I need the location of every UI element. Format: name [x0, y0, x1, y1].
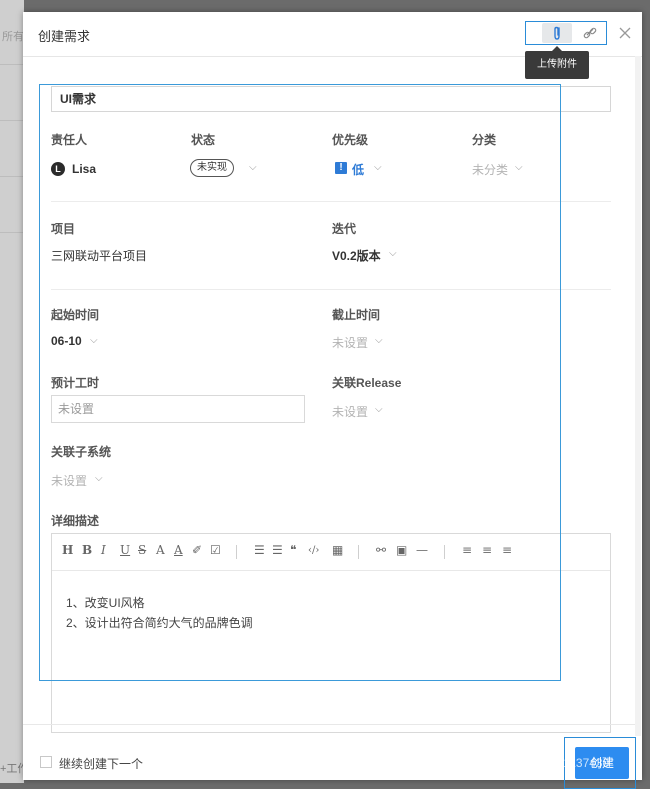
end-time-value[interactable]: 未设置 — [332, 334, 368, 351]
eraser-icon[interactable]: ✐ — [192, 543, 202, 557]
italic-icon[interactable]: I — [101, 543, 106, 557]
priority-exclamation-icon: ! — [335, 162, 347, 174]
category-value[interactable]: 未分类 — [472, 161, 508, 178]
toolbar-separator — [444, 545, 445, 559]
quote-icon[interactable]: ❝ — [290, 543, 296, 557]
toolbar-separator — [236, 545, 237, 559]
assignee-value[interactable]: Lisa — [72, 162, 96, 176]
align-center-icon[interactable]: ≡ — [482, 543, 492, 557]
status-label: 状态 — [191, 133, 216, 147]
status-badge[interactable]: 未实现 — [190, 159, 234, 177]
estimate-label: 预计工时 — [51, 376, 100, 390]
align-right-icon[interactable]: ≡ — [502, 543, 512, 557]
project-label: 项目 — [51, 222, 76, 236]
chevron-down-icon[interactable]: ⌵ — [90, 335, 98, 346]
subsystem-value[interactable]: 未设置 — [51, 472, 87, 489]
chevron-down-icon[interactable]: ⌵ — [375, 404, 383, 415]
description-label: 详细描述 — [51, 514, 100, 528]
dialog-footer: 继续创建下一个 创建 — [23, 724, 636, 789]
strikethrough-icon[interactable]: S — [138, 543, 146, 557]
subsystem-label: 关联子系统 — [51, 445, 112, 459]
code-icon[interactable]: ‹/› — [308, 545, 319, 556]
start-time-value[interactable]: 06-10 — [51, 334, 82, 348]
description-line: 2、设计出符合简约大气的品牌色调 — [66, 616, 253, 630]
ordered-list-icon[interactable]: ☰ — [254, 543, 265, 557]
toolbar-separator — [358, 545, 359, 559]
rich-text-editor[interactable]: H B I U S A A ✐ ☑ ☰ ☰ ❝ ‹/› ▦ ⚯ ▣ — ≡ ≡ … — [51, 533, 611, 733]
create-requirement-dialog: 创建需求 上传附件 UI需求 责任人 L Lisa 状态 未实现 ⌵ 优先级 !… — [23, 12, 642, 789]
section-divider — [51, 289, 611, 290]
priority-label: 优先级 — [332, 133, 369, 147]
background-strip: 所有 — [0, 0, 24, 783]
dialog-title: 创建需求 — [38, 29, 91, 44]
heading-icon[interactable]: H — [62, 543, 73, 557]
description-line: 1、改变UI风格 — [66, 596, 145, 610]
background-divider — [0, 120, 24, 121]
unordered-list-icon[interactable]: ☰ — [272, 543, 283, 557]
chevron-down-icon[interactable]: ⌵ — [374, 162, 382, 173]
editor-toolbar: H B I U S A A ✐ ☑ ☰ ☰ ❝ ‹/› ▦ ⚯ ▣ — ≡ ≡ … — [52, 534, 610, 571]
close-icon[interactable] — [615, 23, 635, 43]
chevron-down-icon[interactable]: ⌵ — [375, 335, 383, 346]
align-left-icon[interactable]: ≡ — [462, 543, 472, 557]
start-time-label: 起始时间 — [51, 308, 100, 322]
upload-attachment-tooltip: 上传附件 — [525, 46, 589, 79]
background-divider — [0, 64, 24, 65]
horizontal-rule-icon[interactable]: — — [416, 543, 428, 557]
estimate-field[interactable]: 未设置 — [51, 395, 305, 423]
background-divider — [0, 232, 24, 233]
table-icon[interactable]: ▦ — [332, 543, 343, 557]
link-icon[interactable]: ⚯ — [376, 543, 386, 557]
assignee-label: 责任人 — [51, 133, 88, 147]
scrollbar[interactable] — [635, 56, 641, 736]
background-color-icon[interactable]: A — [174, 543, 183, 557]
chevron-down-icon[interactable]: ⌵ — [515, 162, 523, 173]
checklist-icon[interactable]: ☑ — [210, 543, 221, 557]
release-value[interactable]: 未设置 — [332, 403, 368, 420]
continue-create-label[interactable]: 继续创建下一个 — [59, 755, 143, 772]
chevron-down-icon[interactable]: ⌵ — [95, 473, 103, 484]
font-color-icon[interactable]: A — [156, 543, 165, 557]
release-label: 关联Release — [332, 376, 402, 390]
background-text: 所有 — [2, 31, 24, 43]
iteration-value[interactable]: V0.2版本 — [332, 247, 381, 264]
chevron-down-icon[interactable]: ⌵ — [389, 248, 397, 259]
avatar: L — [51, 162, 65, 176]
priority-value[interactable]: 低 — [352, 161, 364, 178]
paperclip-icon[interactable] — [542, 23, 572, 43]
image-icon[interactable]: ▣ — [396, 543, 407, 557]
continue-create-checkbox[interactable] — [40, 756, 52, 768]
category-label: 分类 — [472, 133, 497, 147]
section-divider — [51, 201, 611, 202]
background-divider — [0, 176, 24, 177]
link-icon[interactable] — [579, 23, 601, 43]
end-time-label: 截止时间 — [332, 308, 381, 322]
title-field[interactable]: UI需求 — [51, 86, 611, 112]
project-value: 三网联动平台项目 — [51, 249, 148, 263]
underline-icon[interactable]: U — [120, 543, 130, 557]
iteration-label: 迭代 — [332, 222, 357, 236]
watermark-text: https://blog.csdn.net/qq_41137439 — [426, 756, 610, 770]
chevron-down-icon[interactable]: ⌵ — [249, 162, 257, 173]
bold-icon[interactable]: B — [82, 543, 92, 557]
